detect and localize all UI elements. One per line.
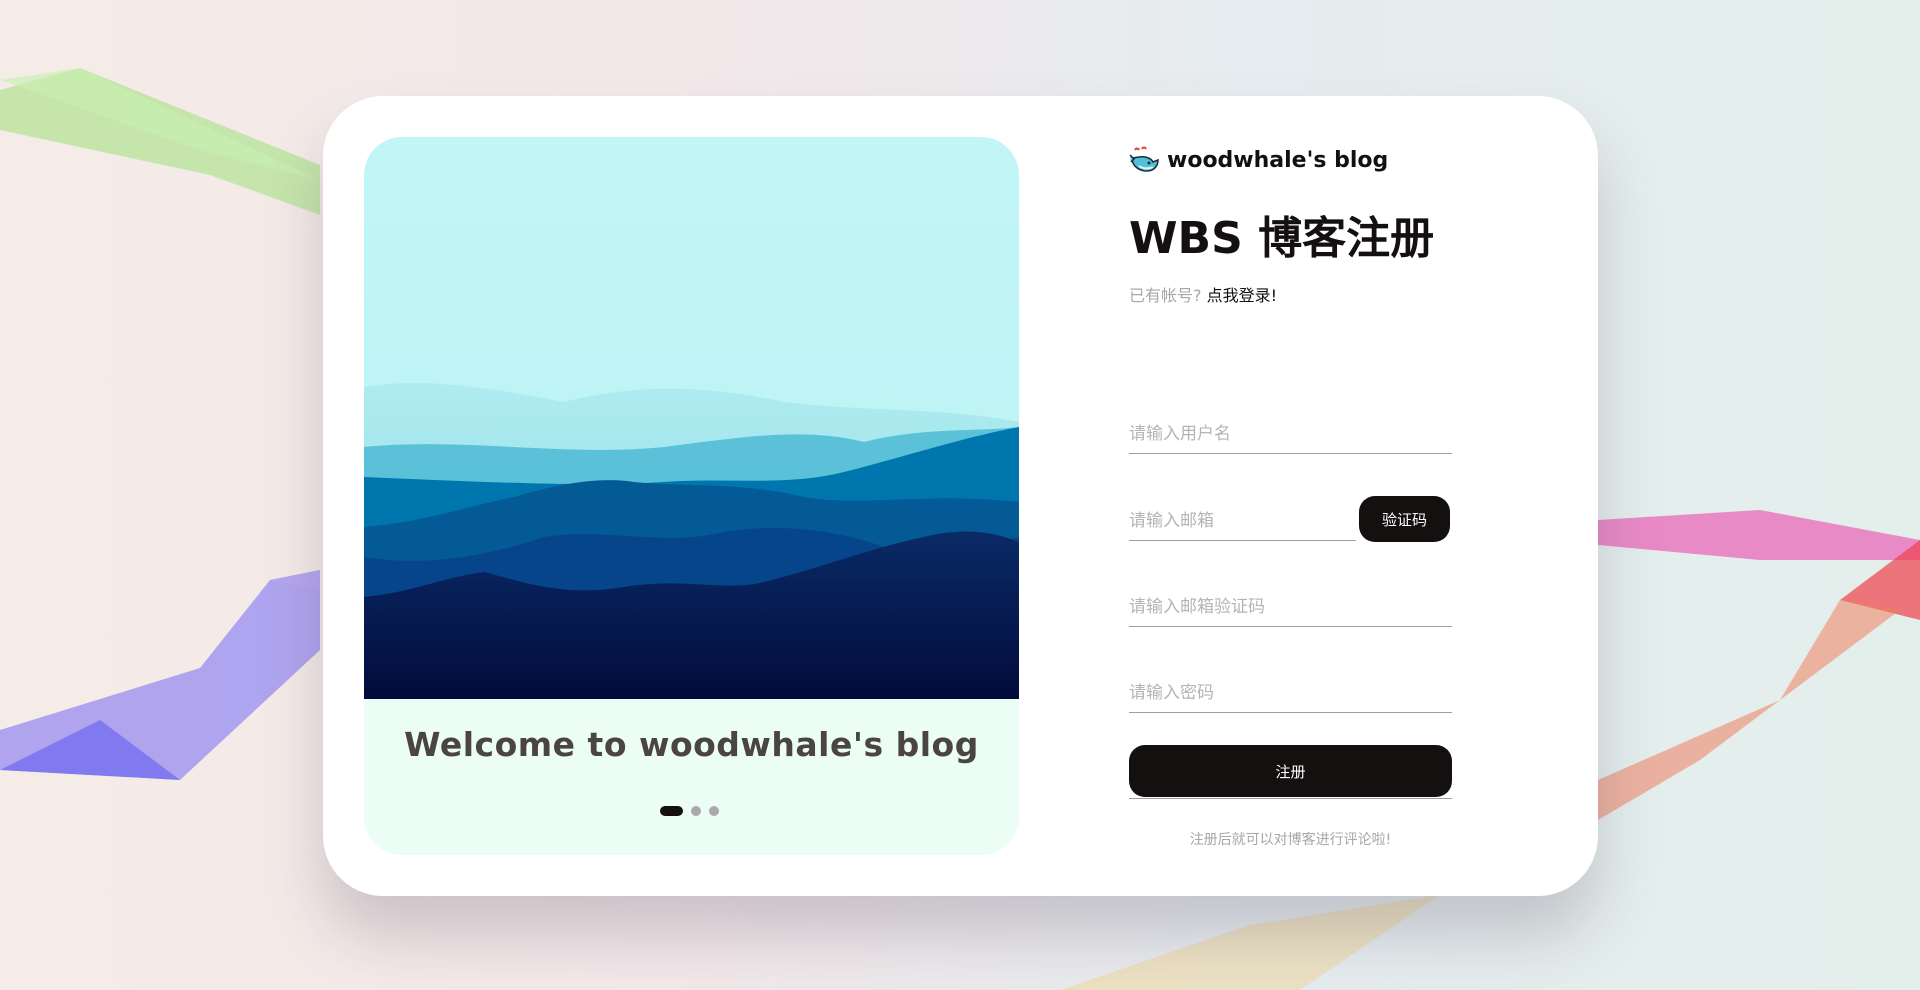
login-link[interactable]: 点我登录! (1207, 286, 1277, 305)
brand: woodwhale's blog (1129, 146, 1388, 174)
carousel-indicators (660, 806, 719, 816)
carousel-panel: Welcome to woodwhale's blog (364, 137, 1019, 855)
login-prompt: 已有帐号? 点我登录! (1129, 282, 1277, 306)
whale-icon (1129, 146, 1159, 172)
carousel-dot-3[interactable] (709, 806, 719, 816)
carousel-dot-2[interactable] (691, 806, 701, 816)
email-input[interactable] (1129, 501, 1356, 541)
welcome-text: Welcome to woodwhale's blog (404, 725, 979, 764)
mountain-landscape-image (364, 137, 1019, 699)
register-footnote: 注册后就可以对博客进行评论啦! (1189, 832, 1392, 848)
password-input[interactable] (1129, 673, 1452, 713)
email-code-input[interactable] (1129, 587, 1452, 627)
register-card: Welcome to woodwhale's blog woodwhale's … (323, 96, 1598, 896)
register-button[interactable]: 注册 (1129, 745, 1452, 797)
username-input[interactable] (1129, 414, 1452, 454)
send-code-button[interactable]: 验证码 (1359, 496, 1450, 542)
carousel-dot-1[interactable] (660, 806, 683, 816)
page-title: WBS 博客注册 (1129, 213, 1435, 264)
brand-name: woodwhale's blog (1167, 147, 1389, 173)
has-account-text: 已有帐号? (1129, 286, 1202, 305)
